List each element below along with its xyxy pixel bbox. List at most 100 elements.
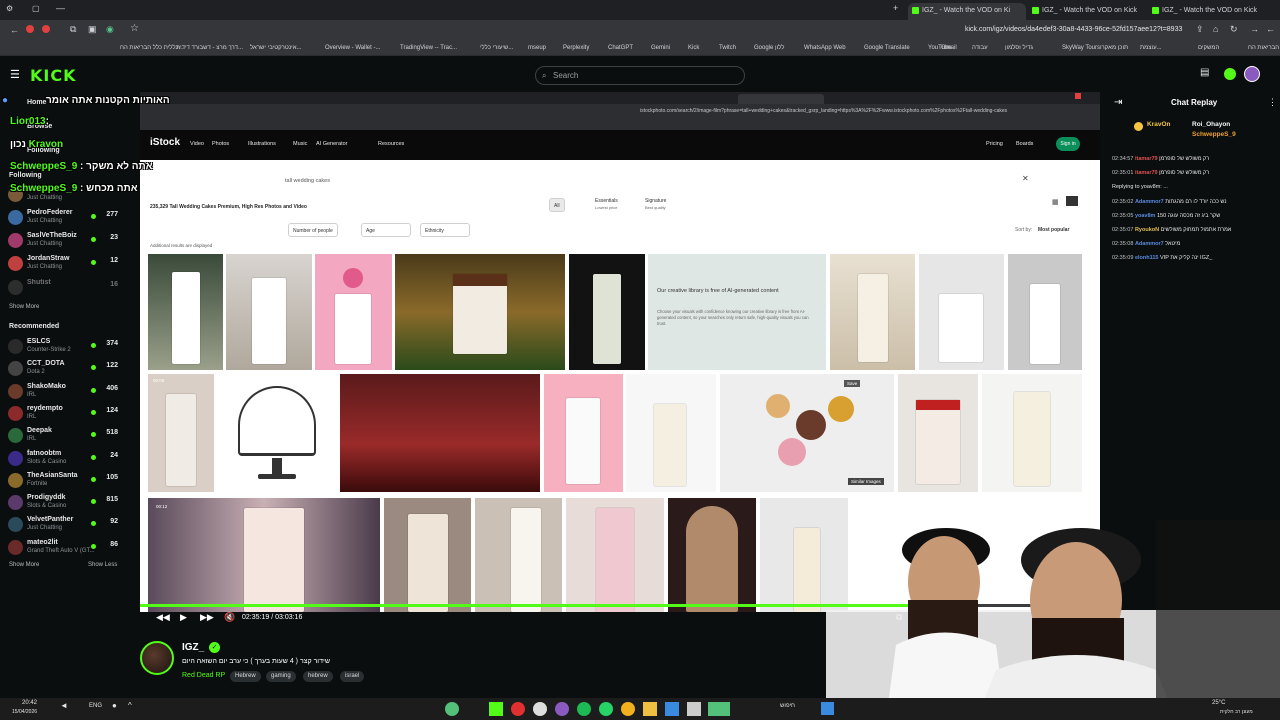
volume-tray-icon[interactable]: ◄ (60, 701, 68, 710)
hamburger-menu-icon[interactable]: ☰ (10, 68, 20, 81)
reload-icon[interactable]: ↻ (1230, 24, 1238, 35)
extension-icon[interactable] (42, 25, 50, 33)
url-field[interactable]: kick.com/igz/videos/da4edef3-30a8-4433-9… (965, 26, 1182, 33)
screenshot-icon[interactable]: ▣ (88, 24, 97, 35)
bookmark-item[interactable]: עוצמת... (1140, 45, 1162, 51)
window-menu-icon[interactable]: ⚙ (6, 4, 13, 13)
bookmark-star-icon[interactable]: ☆ (130, 23, 139, 34)
streamer-avatar[interactable] (140, 641, 174, 675)
mic-tray-icon[interactable]: ● (112, 701, 117, 710)
bookmark-item[interactable]: Gemini (651, 45, 670, 51)
sidebar-channel[interactable]: VelvetPanther Just Chatting 92 (8, 515, 120, 537)
user-avatar[interactable] (1244, 66, 1260, 82)
bookmark-item[interactable]: TradingView -- Trac... (400, 45, 457, 51)
tray-expand-icon[interactable]: ^ (128, 701, 132, 710)
sidebar-channel[interactable]: TheAsianSanta Fortnite 105 (8, 471, 120, 493)
chat-username[interactable]: Adammor7 (1135, 199, 1164, 205)
sidebar-channel[interactable]: ShakoMako IRL 406 (8, 382, 120, 404)
browser-tab[interactable]: IGZ_ - Watch the VOD on Kick (1028, 3, 1146, 20)
file-explorer-icon[interactable] (643, 702, 657, 716)
app-icon[interactable] (533, 702, 547, 716)
browser-tab[interactable]: IGZ_ - Watch the VOD on Kick (1148, 3, 1266, 20)
bookmark-item[interactable]: Twitch (719, 45, 736, 51)
chat-username[interactable]: itamar79 (1135, 156, 1158, 162)
bookmark-item[interactable]: Kick (688, 45, 699, 51)
weather-temp[interactable]: 25°C (1212, 700, 1225, 706)
bookmark-item[interactable]: WhatsApp Web (804, 45, 846, 51)
kick-logo[interactable]: KICK (30, 66, 77, 85)
nav-home[interactable]: Home (27, 99, 46, 106)
kick-coin-icon[interactable] (1224, 68, 1236, 80)
show-more-following[interactable]: Show More (9, 304, 39, 310)
app-icon[interactable] (665, 702, 679, 716)
share-icon[interactable]: ⇪ (1196, 24, 1204, 35)
notifications-icon[interactable]: ▤ (1200, 67, 1209, 78)
sidebar-channel[interactable]: mateo2lit Grand Theft Auto V (GT... 86 (8, 538, 120, 560)
app-icon[interactable] (555, 702, 569, 716)
bookmark-item[interactable]: Overview - Wallet -... (325, 45, 380, 51)
bookmark-item[interactable]: SkyWay Tours (1062, 45, 1100, 51)
chat-username[interactable]: yoav8m (1135, 213, 1156, 219)
stream-tag[interactable]: Hebrew (230, 671, 261, 682)
chat-username[interactable]: Adammor7 (1135, 241, 1164, 247)
chat-username[interactable]: itamar79 (1135, 170, 1158, 176)
bookmark-item[interactable]: Google ללון (754, 45, 784, 51)
show-less-recommended[interactable]: Show Less (88, 562, 117, 568)
bookmark-item[interactable]: דרך מרצ - דשבורד דידית... (176, 45, 243, 51)
bookmark-item[interactable]: mseup (528, 45, 546, 51)
rewind-icon[interactable]: ◀◀ (156, 612, 170, 623)
extension-icon[interactable] (26, 25, 34, 33)
home-icon[interactable]: ⌂ (1213, 24, 1218, 34)
app-icon[interactable] (708, 702, 730, 716)
chat-username[interactable]: RyoukoN (1135, 227, 1159, 233)
minimize-icon[interactable]: — (56, 3, 65, 13)
bookmark-item[interactable]: Perplexity (563, 45, 589, 51)
sidebar-channel[interactable]: Deepak IRL 518 (8, 426, 120, 448)
stream-category[interactable]: Red Dead RP (182, 672, 225, 679)
app-icon[interactable] (511, 702, 525, 716)
show-more-recommended[interactable]: Show More (9, 562, 39, 568)
kick-app-icon[interactable] (489, 702, 503, 716)
bookmark-item[interactable]: ChatGPT (608, 45, 633, 51)
bookmark-item[interactable]: שיעורי כללי... (480, 45, 513, 51)
sidebar-channel[interactable]: PedroFederer Just Chatting 277 (8, 208, 120, 230)
stream-tag[interactable]: gaming (266, 671, 296, 682)
back-arrow-icon[interactable]: ← (1266, 24, 1275, 34)
language-indicator[interactable]: ENG (89, 703, 102, 709)
new-tab-icon[interactable]: + (893, 3, 898, 13)
back-icon[interactable]: ← (10, 25, 19, 35)
stream-tag[interactable]: israel (340, 671, 365, 682)
sidebar-channel[interactable]: SaslVeTheBoiz Just Chatting 23 (8, 231, 120, 253)
whatsapp-icon[interactable] (599, 702, 613, 716)
chat-username[interactable]: elonh115 (1135, 255, 1159, 261)
taskbar-search[interactable]: חיפוש (780, 703, 795, 709)
bookmark-item[interactable]: עבודה (972, 45, 988, 51)
collapse-chat-icon[interactable]: ⇥ (1114, 97, 1122, 108)
bookmark-item[interactable]: Google Translate (864, 45, 910, 51)
spotify-icon[interactable] (577, 702, 591, 716)
bookmark-item[interactable]: כללית כלל הבריאות הח... (1248, 45, 1280, 51)
chat-options-icon[interactable]: ⋮ (1268, 97, 1277, 108)
streamer-name[interactable]: IGZ_ (182, 642, 204, 653)
search-input[interactable]: ⌕ Search (535, 66, 745, 85)
sidebar-channel[interactable]: reydempto IRL 124 (8, 404, 120, 426)
app-icon[interactable] (687, 702, 701, 716)
sidebar-channel[interactable]: Prodigyddk Slots & Casino 815 (8, 493, 120, 515)
extension-icon[interactable]: ◉ (106, 24, 114, 35)
bookmark-item[interactable]: המשקים (1198, 45, 1219, 51)
browser-tab-active[interactable]: IGZ_ - Watch the VOD on Ki (908, 3, 1026, 20)
bookmark-item[interactable]: כללית כלל הבריאות הח... (120, 45, 184, 51)
sidebar-channel[interactable]: Shutist 16 (8, 278, 120, 300)
bookmark-item[interactable]: אינטרקטיבי ישראל... (250, 45, 301, 51)
sidebar-channel[interactable]: JordanStraw Just Chatting 12 (8, 254, 120, 276)
copy-icon[interactable]: ⧉ (70, 24, 76, 35)
bookmark-item[interactable]: YouTube (928, 45, 952, 51)
stream-tag[interactable]: hebrew (303, 671, 333, 682)
bookmark-item[interactable]: גדיל וסלמון (1005, 45, 1033, 51)
sidebar-channel[interactable]: CCT_DOTA Dota 2 122 (8, 359, 120, 381)
bookmark-item[interactable]: תוכן מאקרו (1100, 45, 1128, 51)
forward-icon[interactable]: → (1250, 24, 1259, 34)
forward-icon[interactable]: ▶▶ (200, 612, 214, 623)
windows-start-icon[interactable] (821, 702, 834, 715)
sidebar-channel[interactable]: fatnoobtm Slots & Casino 24 (8, 449, 120, 471)
